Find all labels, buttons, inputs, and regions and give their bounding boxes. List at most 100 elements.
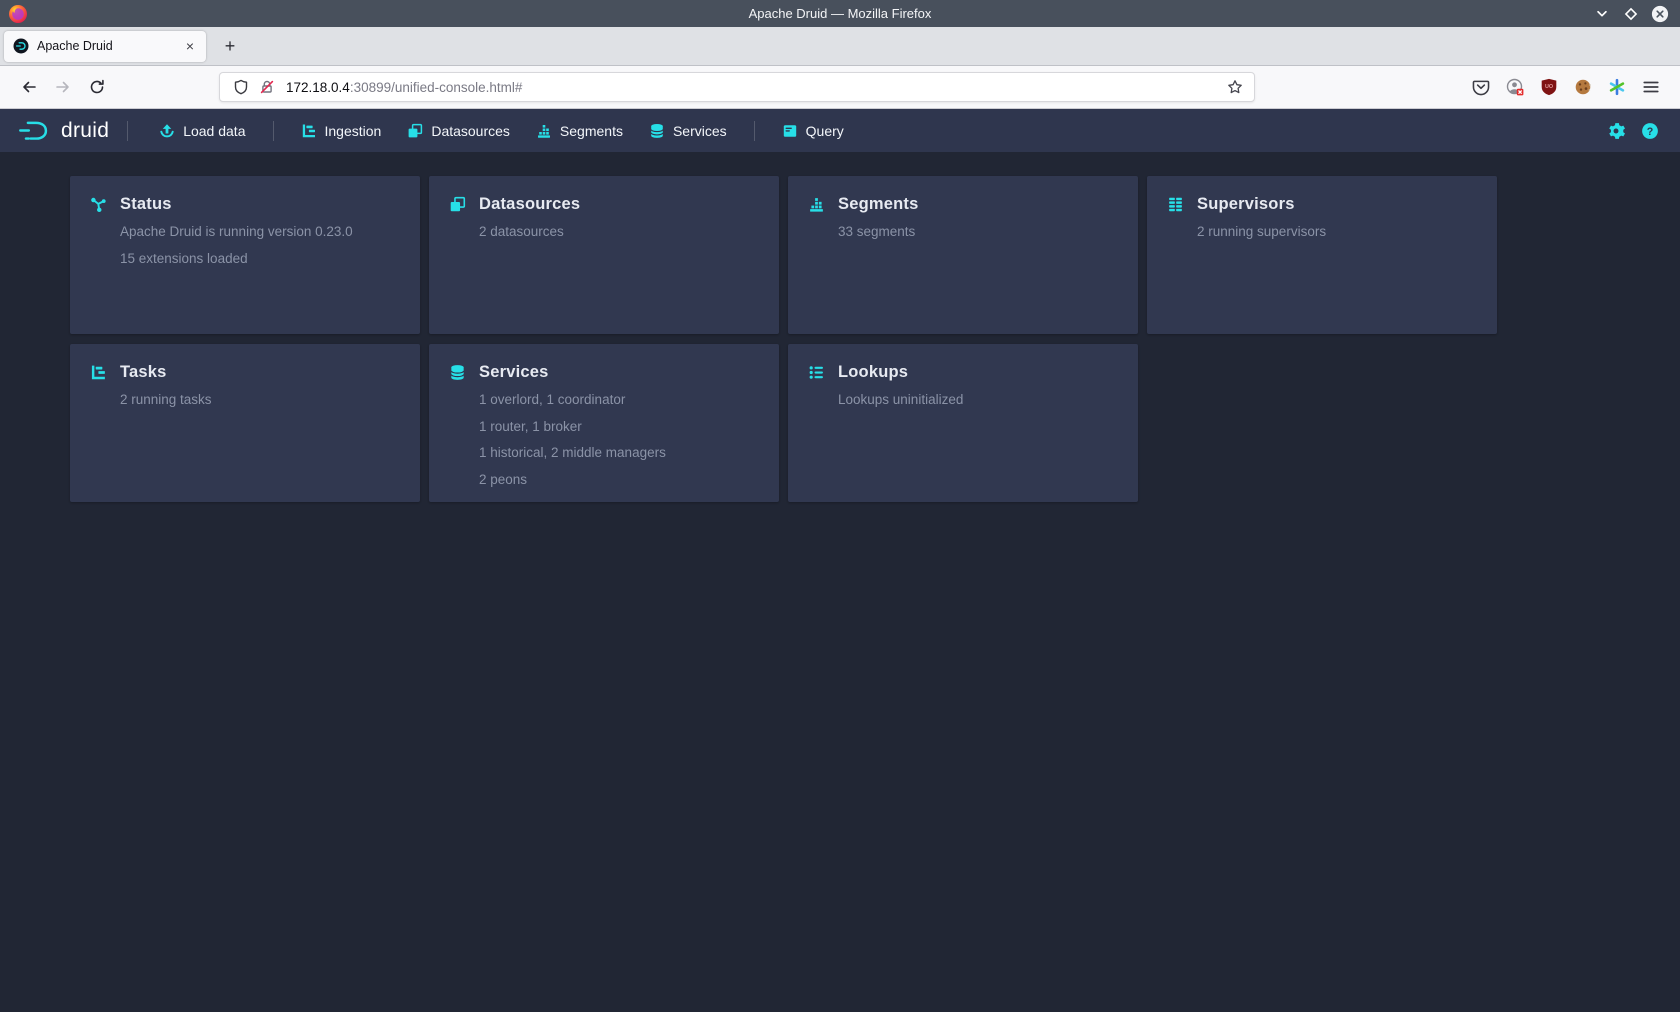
layers-icon <box>407 123 423 139</box>
list-columns-icon <box>1167 196 1184 213</box>
nav-item-label: Segments <box>560 123 623 139</box>
card-supervisors[interactable]: Supervisors 2 running supervisors <box>1147 176 1497 334</box>
nav-item-ingestion[interactable]: Ingestion <box>291 116 392 146</box>
insecure-lock-icon[interactable] <box>254 75 280 99</box>
minimize-button[interactable] <box>1592 4 1612 24</box>
database-icon <box>649 123 665 139</box>
card-body: 33 segments <box>838 225 1118 239</box>
card-line: 15 extensions loaded <box>120 252 400 266</box>
window-title: Apache Druid — Mozilla Firefox <box>0 6 1680 21</box>
tab-title: Apache Druid <box>37 39 172 53</box>
nav-item-query[interactable]: Query <box>772 116 854 146</box>
card-line: 2 running tasks <box>120 393 400 407</box>
nav-divider <box>273 121 274 141</box>
card-services[interactable]: Services 1 overlord, 1 coordinator 1 route… <box>429 344 779 502</box>
card-line: Apache Druid is running version 0.23.0 <box>120 225 400 239</box>
ublock-icon[interactable]: UO <box>1535 73 1563 101</box>
nav-item-load-data[interactable]: Load data <box>149 116 255 146</box>
nav-item-label: Query <box>806 123 844 139</box>
close-button[interactable] <box>1650 4 1670 24</box>
gear-icon <box>1607 122 1625 140</box>
card-header: Supervisors <box>1167 195 1477 214</box>
card-line: 2 datasources <box>479 225 759 239</box>
card-line: Lookups uninitialized <box>838 393 1118 407</box>
card-title: Status <box>120 195 172 214</box>
card-lookups[interactable]: Lookups Lookups uninitialized <box>788 344 1138 502</box>
back-button[interactable] <box>14 72 44 102</box>
firefox-logo-icon <box>8 4 28 24</box>
druid-nav: Load data Ingestion Datasources Segments Ser… <box>146 116 857 146</box>
card-tasks[interactable]: Tasks 2 running tasks <box>70 344 420 502</box>
card-header: Lookups <box>808 363 1118 382</box>
cookie-icon[interactable] <box>1569 73 1597 101</box>
card-body: 1 overlord, 1 coordinator 1 router, 1 bro… <box>479 393 759 487</box>
nav-item-services[interactable]: Services <box>639 116 737 146</box>
nav-item-label: Services <box>673 123 727 139</box>
card-body: 2 datasources <box>479 225 759 239</box>
card-datasources[interactable]: Datasources 2 datasources <box>429 176 779 334</box>
pocket-icon[interactable] <box>1467 73 1495 101</box>
card-grid: Status Apache Druid is running version 0.… <box>70 176 1680 502</box>
card-segments[interactable]: Segments 33 segments <box>788 176 1138 334</box>
home-view: Status Apache Druid is running version 0.… <box>0 152 1680 1012</box>
card-header: Segments <box>808 195 1118 214</box>
layers-icon <box>449 196 466 213</box>
card-header: Services <box>449 363 759 382</box>
browser-window: Apache Druid — Mozilla Firefox Apache Dr… <box>0 0 1680 1012</box>
menu-icon[interactable] <box>1637 73 1665 101</box>
card-body: 2 running supervisors <box>1197 225 1477 239</box>
nav-item-datasources[interactable]: Datasources <box>397 116 520 146</box>
bar-chart-icon <box>536 123 552 139</box>
graph-icon <box>90 196 107 213</box>
url-path: :30899/unified-console.html# <box>350 80 523 95</box>
card-line: 2 running supervisors <box>1197 225 1477 239</box>
bookmark-star-button[interactable] <box>1222 75 1248 99</box>
tab-close-icon[interactable]: × <box>180 36 200 56</box>
card-header: Datasources <box>449 195 759 214</box>
card-status[interactable]: Status Apache Druid is running version 0.… <box>70 176 420 334</box>
druid-logo[interactable]: druid <box>16 118 109 143</box>
url-bar[interactable]: 172.18.0.4:30899/unified-console.html# <box>219 72 1255 102</box>
druid-logo-icon <box>16 118 54 143</box>
druid-header: druid Load data Ingestion Datasources Segme… <box>0 109 1680 152</box>
card-title: Segments <box>838 195 918 214</box>
properties-icon <box>808 364 825 381</box>
asterisk-icon[interactable] <box>1603 73 1631 101</box>
card-line: 33 segments <box>838 225 1118 239</box>
card-title: Datasources <box>479 195 580 214</box>
card-line: 2 peons <box>479 473 759 487</box>
new-tab-button[interactable]: + <box>216 32 244 60</box>
nav-item-segments[interactable]: Segments <box>526 116 633 146</box>
account-icon[interactable] <box>1501 73 1529 101</box>
forward-button[interactable] <box>48 72 78 102</box>
titlebar: Apache Druid — Mozilla Firefox <box>0 0 1680 27</box>
settings-button[interactable] <box>1602 117 1630 145</box>
card-line: 1 overlord, 1 coordinator <box>479 393 759 407</box>
nav-divider <box>754 121 755 141</box>
help-button[interactable]: ? <box>1636 117 1664 145</box>
nav-item-label: Ingestion <box>325 123 382 139</box>
card-body: Lookups uninitialized <box>838 393 1118 407</box>
card-title: Tasks <box>120 363 167 382</box>
card-header: Tasks <box>90 363 400 382</box>
help-icon: ? <box>1641 122 1659 140</box>
url-input[interactable]: 172.18.0.4:30899/unified-console.html# <box>286 80 1222 95</box>
gantt-icon <box>301 123 317 139</box>
svg-text:UO: UO <box>1545 84 1553 90</box>
reload-button[interactable] <box>82 72 112 102</box>
extension-buttons: UO <box>1464 73 1668 101</box>
header-actions: ? <box>1602 117 1664 145</box>
header-divider <box>127 121 128 141</box>
card-line: 1 router, 1 broker <box>479 420 759 434</box>
card-body: 2 running tasks <box>120 393 400 407</box>
maximize-button[interactable] <box>1621 4 1641 24</box>
nav-item-label: Load data <box>183 123 245 139</box>
navigation-toolbar: 172.18.0.4:30899/unified-console.html# U… <box>0 66 1680 109</box>
load-data-icon <box>159 123 175 139</box>
tab-apache-druid[interactable]: Apache Druid × <box>4 31 206 62</box>
druid-wordmark: druid <box>61 119 109 143</box>
nav-item-label: Datasources <box>431 123 510 139</box>
bar-chart-icon <box>808 196 825 213</box>
card-title: Services <box>479 363 549 382</box>
tracking-shield-icon[interactable] <box>228 75 254 99</box>
